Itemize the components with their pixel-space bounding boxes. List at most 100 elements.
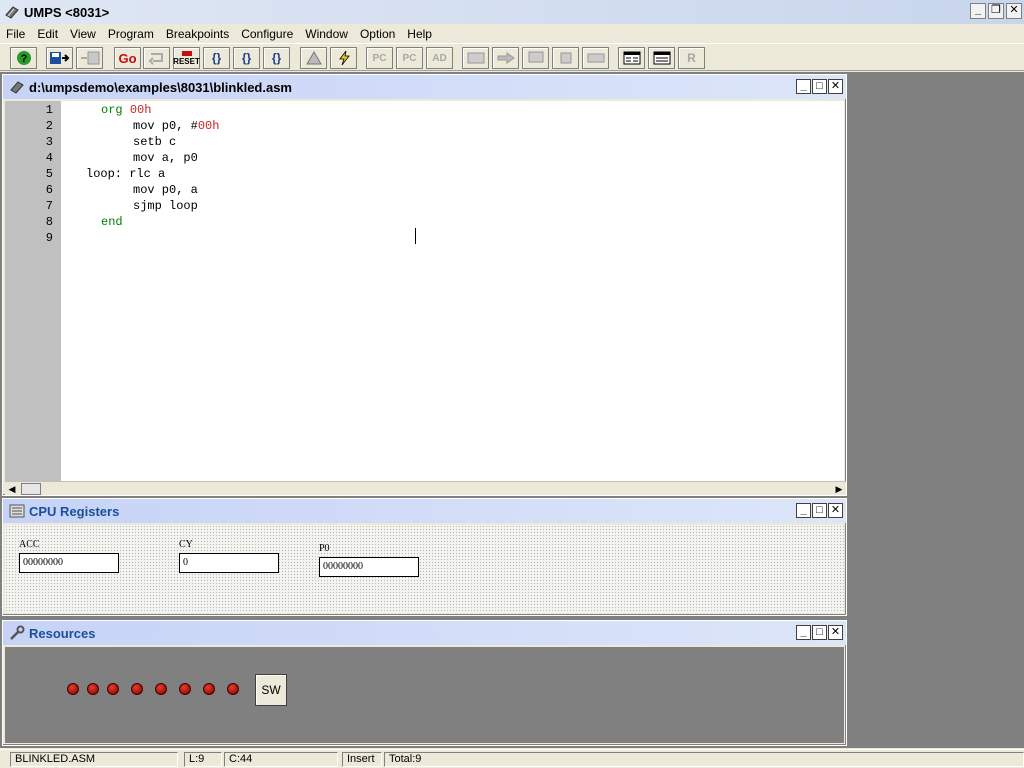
- set-pc-button[interactable]: PC: [396, 47, 423, 69]
- register-window-button[interactable]: [618, 47, 645, 69]
- code-number: 00h: [129, 103, 152, 117]
- status-bar: BLINKLED.ASM L:9 C:44 Insert Total:9: [0, 749, 1024, 768]
- step-over-button[interactable]: {}: [233, 47, 260, 69]
- cy-label: CY: [179, 539, 193, 550]
- code-line: sjmp loop: [133, 199, 198, 213]
- cy-value-field[interactable]: 0: [179, 553, 279, 573]
- cpu-registers-window: CPU Registers _ □ ✕ ACC 00000000 CY 0 P0…: [2, 498, 847, 616]
- file-chip-icon: [10, 81, 24, 94]
- menu-edit[interactable]: Edit: [31, 27, 64, 41]
- status-mode: Insert: [342, 752, 382, 767]
- registers-close-button[interactable]: ✕: [828, 503, 843, 518]
- code-line: org 00h: [101, 103, 151, 117]
- resources-minimize-button[interactable]: _: [796, 625, 811, 640]
- scroll-thumb[interactable]: [21, 483, 41, 495]
- grid-icon: [467, 52, 484, 64]
- run-to-pc-button[interactable]: PC: [366, 47, 393, 69]
- restore-button[interactable]: ❐: [988, 3, 1004, 19]
- code-line: mov p0, a: [133, 183, 198, 197]
- disabled-tool-1-button[interactable]: [462, 47, 489, 69]
- editor-window: d:\umpsdemo\examples\8031\blinkled.asm _…: [2, 74, 847, 496]
- resources-close-button[interactable]: ✕: [828, 625, 843, 640]
- code-number: 00h: [197, 119, 220, 133]
- editor-file-path: d:\umpsdemo\examples\8031\blinkled.asm: [29, 79, 292, 95]
- menu-breakpoints[interactable]: Breakpoints: [160, 27, 235, 41]
- registers-title: CPU Registers: [29, 503, 120, 519]
- loop-arrow-icon: [148, 53, 163, 65]
- warning-button[interactable]: [300, 47, 327, 69]
- status-file: BLINKLED.ASM: [10, 752, 178, 767]
- menu-window[interactable]: Window: [299, 27, 354, 41]
- menu-option[interactable]: Option: [354, 27, 401, 41]
- scroll-right-icon[interactable]: ▶: [832, 482, 846, 496]
- close-button[interactable]: ✕: [1006, 3, 1022, 19]
- disabled-tool-5-button[interactable]: [582, 47, 609, 69]
- led-icon: [179, 683, 191, 695]
- step-into-button[interactable]: {}: [203, 47, 230, 69]
- p0-value-field[interactable]: 00000000: [319, 557, 419, 577]
- acc-label: ACC: [19, 539, 40, 550]
- memory-icon: [587, 53, 604, 63]
- resources-panel: SW: [5, 647, 844, 743]
- go-button[interactable]: Go: [114, 47, 141, 69]
- led-icon: [155, 683, 167, 695]
- disabled-tool-2-button[interactable]: [492, 47, 519, 69]
- step-out-button[interactable]: {}: [263, 47, 290, 69]
- stop-button[interactable]: [143, 47, 170, 69]
- scroll-left-icon[interactable]: ◀: [5, 482, 19, 496]
- line-number: 3: [45, 135, 53, 149]
- resources-window: Resources _ □ ✕ SW: [2, 620, 847, 746]
- menu-configure[interactable]: Configure: [235, 27, 299, 41]
- monitor-icon: [528, 51, 543, 63]
- line-number: 9: [45, 231, 53, 245]
- registers-minimize-button[interactable]: _: [796, 503, 811, 518]
- triangle-icon: [305, 51, 322, 65]
- resources-window-icon: [653, 51, 670, 65]
- registers-icon: [9, 504, 25, 518]
- disabled-tool-3-button[interactable]: [522, 47, 549, 69]
- line-number: 6: [45, 183, 53, 197]
- menu-file[interactable]: File: [0, 27, 31, 41]
- menu-view[interactable]: View: [64, 27, 102, 41]
- code-line: setb c: [133, 135, 177, 149]
- registers-maximize-button[interactable]: □: [812, 503, 827, 518]
- r-button[interactable]: R: [678, 47, 705, 69]
- reset-button[interactable]: RESET: [173, 47, 200, 69]
- code-line: end: [101, 215, 123, 229]
- line-number: 4: [45, 151, 53, 165]
- text-caret: [415, 228, 416, 244]
- line-number-gutter: 1 2 3 4 5 6 7 8 9: [5, 101, 61, 481]
- resources-maximize-button[interactable]: □: [812, 625, 827, 640]
- run-flash-button[interactable]: [330, 47, 357, 69]
- code-line: mov a, p0: [133, 151, 198, 165]
- minimize-button[interactable]: _: [970, 3, 986, 19]
- code-line: mov p0, #00h: [133, 119, 219, 133]
- help-button[interactable]: ?: [10, 47, 37, 69]
- resources-window-button[interactable]: [648, 47, 675, 69]
- acc-value-field[interactable]: 00000000: [19, 553, 119, 573]
- horizontal-scrollbar[interactable]: ◀ ▶: [5, 481, 846, 495]
- address-button[interactable]: AD: [426, 47, 453, 69]
- editor-maximize-button[interactable]: □: [812, 79, 827, 94]
- status-column: C:44: [224, 752, 338, 767]
- resources-title-bar: Resources _ □ ✕: [3, 621, 846, 645]
- download-disabled-button[interactable]: [76, 47, 103, 69]
- code-editor-area[interactable]: org 00h mov p0, #00h setb c mov a, p0 lo…: [61, 101, 844, 481]
- lightning-icon: [338, 50, 350, 66]
- menu-program[interactable]: Program: [102, 27, 160, 41]
- line-number: 8: [45, 215, 53, 229]
- svg-text:?: ?: [20, 53, 27, 65]
- line-number: 2: [45, 119, 53, 133]
- floppy-disabled-icon: [80, 51, 99, 65]
- disabled-tool-4-button[interactable]: [552, 47, 579, 69]
- editor-minimize-button[interactable]: _: [796, 79, 811, 94]
- chip-icon: [5, 6, 19, 19]
- line-number: 5: [45, 167, 53, 181]
- save-download-button[interactable]: [46, 47, 73, 69]
- register-window-icon: [623, 51, 640, 65]
- editor-close-button[interactable]: ✕: [828, 79, 843, 94]
- code-line: loop: rlc a: [86, 167, 166, 181]
- reset-indicator-icon: [181, 50, 192, 56]
- menu-help[interactable]: Help: [401, 27, 438, 41]
- switch-button[interactable]: SW: [255, 674, 287, 706]
